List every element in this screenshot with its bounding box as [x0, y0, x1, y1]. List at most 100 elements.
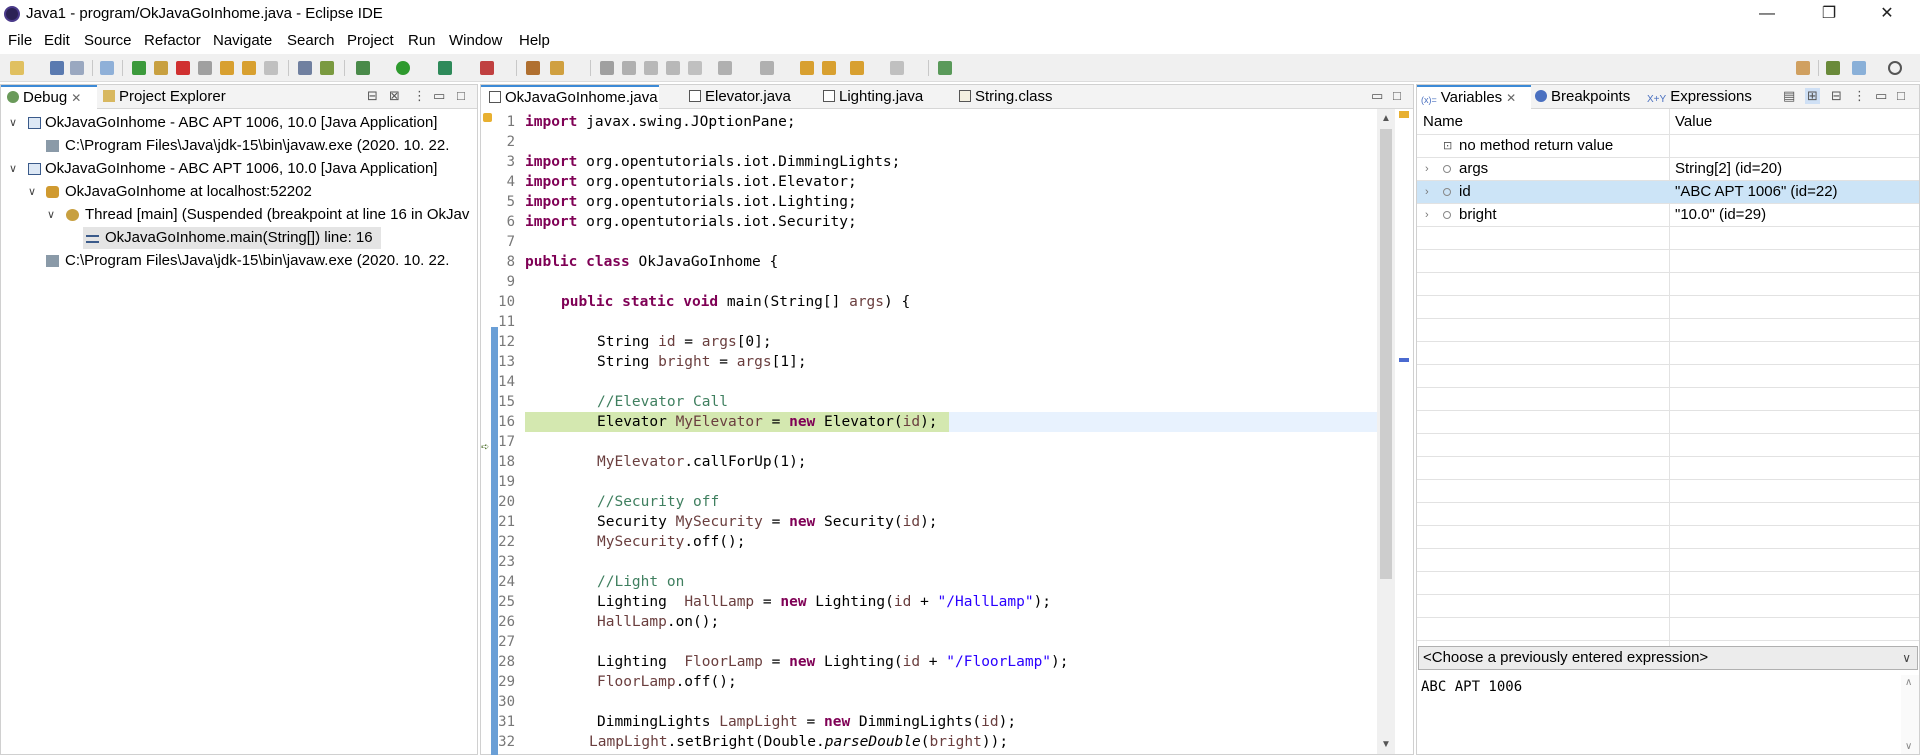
tab-string-class[interactable]: String.class [959, 85, 1053, 109]
scroll-down-icon[interactable]: ▼ [1381, 739, 1391, 750]
code-line-12[interactable]: String id = args[0]; [597, 332, 772, 352]
minimize-view-icon[interactable]: ▭ [1875, 88, 1887, 104]
tab-okjavagoinhome[interactable]: OkJavaGoInhome.java [481, 85, 659, 109]
run-icon[interactable] [396, 61, 410, 75]
tab-debug[interactable]: Debug ✕ [1, 85, 97, 109]
open-perspective-icon[interactable] [1796, 61, 1810, 75]
step-into-icon[interactable] [220, 61, 234, 75]
menu-run[interactable]: Run [408, 32, 436, 49]
restore-button[interactable]: ❐ [1806, 0, 1852, 28]
menu-help[interactable]: Help [519, 32, 550, 49]
detail-pane-text[interactable]: ABC APT 1006 [1421, 679, 1522, 695]
code-line-20[interactable]: //Security off [597, 492, 719, 512]
view-menu-icon[interactable]: ⋮ [1853, 88, 1866, 104]
maximize-view-icon[interactable]: □ [1393, 88, 1401, 103]
overview-warning-marker[interactable] [1399, 111, 1409, 118]
variable-row[interactable]: › args String[2] (id=20) [1417, 158, 1919, 181]
tab-breakpoints[interactable]: Breakpoints [1535, 85, 1630, 109]
show-logical-structure-icon[interactable]: ⊞ [1805, 88, 1820, 104]
toggle-block-selection-icon[interactable] [644, 61, 658, 75]
last-edit-location-icon[interactable] [800, 61, 814, 75]
tree-item-debug-target[interactable]: ∨ OkJavaGoInhome at localhost:52202 [1, 181, 477, 203]
resume-icon[interactable] [132, 61, 146, 75]
maximize-view-icon[interactable]: □ [1897, 88, 1905, 103]
chevron-right-icon[interactable]: › [1425, 204, 1429, 226]
minimize-button[interactable]: — [1744, 0, 1790, 28]
tab-elevator[interactable]: Elevator.java [689, 85, 791, 109]
drop-to-frame-icon[interactable] [298, 61, 312, 75]
search-tool-icon[interactable] [550, 61, 564, 75]
tree-item-launch[interactable]: ∨ OkJavaGoInhome - ABC APT 1006, 10.0 [J… [1, 158, 477, 180]
new-icon[interactable] [10, 61, 24, 75]
code-line-8[interactable]: public class OkJavaGoInhome { [525, 252, 778, 272]
debug-icon[interactable] [356, 61, 370, 75]
open-type-icon[interactable] [526, 61, 540, 75]
tab-expressions[interactable]: X+Y Expressions [1647, 85, 1752, 109]
coverage-icon[interactable] [438, 61, 452, 75]
code-line-16[interactable]: Elevator MyElevator = new Elevator(id); [597, 412, 938, 432]
menu-file[interactable]: File [8, 32, 32, 49]
code-line-13[interactable]: String bright = args[1]; [597, 352, 807, 372]
close-icon[interactable]: ✕ [71, 91, 81, 105]
chevron-down-icon[interactable]: ∨ [9, 158, 17, 180]
forward-disabled-icon[interactable] [890, 61, 904, 75]
code-line-31[interactable]: DimmingLights LampLight = new DimmingLig… [597, 712, 1016, 732]
code-line-29[interactable]: FloorLamp.off(); [597, 672, 737, 692]
variable-row[interactable]: ⊡ no method return value [1417, 135, 1919, 158]
next-annotation-icon[interactable] [718, 61, 732, 75]
code-line-25[interactable]: Lighting HallLamp = new Lighting(id + "/… [597, 592, 1051, 612]
variable-row-selected[interactable]: › id "ABC APT 1006" (id=22) [1417, 181, 1919, 204]
terminate-icon[interactable] [176, 61, 190, 75]
editor-scrollbar-thumb[interactable] [1380, 129, 1392, 579]
chevron-down-icon[interactable]: ∨ [47, 204, 55, 226]
tree-item-process[interactable]: C:\Program Files\Java\jdk-15\bin\javaw.e… [1, 135, 477, 157]
column-header-value[interactable]: Value [1675, 111, 1712, 133]
menu-source[interactable]: Source [84, 32, 132, 49]
minimize-view-icon[interactable]: ▭ [1371, 88, 1383, 104]
editor-vertical-scrollbar[interactable]: ▲ ▼ [1377, 109, 1395, 754]
scroll-up-icon[interactable]: ∧ [1905, 677, 1912, 688]
show-whitespace-icon[interactable] [688, 61, 702, 75]
tree-item-process[interactable]: C:\Program Files\Java\jdk-15\bin\javaw.e… [1, 250, 477, 272]
previous-annotation-icon[interactable] [760, 61, 774, 75]
close-button[interactable]: ✕ [1864, 0, 1910, 28]
step-over-icon[interactable] [242, 61, 256, 75]
save-all-icon[interactable] [70, 61, 84, 75]
toggle-word-wrap-icon[interactable] [666, 61, 680, 75]
show-type-names-icon[interactable]: ▤ [1783, 88, 1795, 104]
detail-pane-scrollbar[interactable]: ∧ ∨ [1901, 675, 1919, 754]
code-line-26[interactable]: HallLamp.on(); [597, 612, 719, 632]
tree-item-stack-frame[interactable]: OkJavaGoInhome.main(String[]) line: 16 [83, 227, 381, 249]
external-tools-icon[interactable] [480, 61, 494, 75]
code-line-32[interactable]: LampLight.setBright(Double.parseDouble(b… [589, 732, 1008, 752]
column-header-name[interactable]: Name [1423, 111, 1463, 133]
collapse-all-icon[interactable]: ⊟ [1831, 88, 1842, 104]
use-step-filters-icon[interactable] [320, 61, 334, 75]
chevron-right-icon[interactable]: › [1425, 181, 1429, 203]
overview-marker[interactable] [1399, 358, 1409, 362]
code-line-24[interactable]: //Light on [597, 572, 684, 592]
view-menu-icon[interactable]: ⋮ [413, 88, 426, 104]
tab-project-explorer[interactable]: Project Explorer [101, 85, 226, 109]
menu-refactor[interactable]: Refactor [144, 32, 201, 49]
toggle-annotation-icon[interactable] [600, 61, 614, 75]
step-return-icon[interactable] [264, 61, 278, 75]
debug-perspective-icon[interactable] [1852, 61, 1866, 75]
code-line-15[interactable]: //Elevator Call [597, 392, 728, 412]
toggle-mark-occurrences-icon[interactable] [622, 61, 636, 75]
tab-variables[interactable]: (x)= Variables ✕ [1417, 85, 1531, 109]
disconnect-icon[interactable] [198, 61, 212, 75]
chevron-down-icon[interactable]: ∨ [9, 112, 17, 134]
code-line-22[interactable]: MySecurity.off(); [597, 532, 745, 552]
tab-lighting[interactable]: Lighting.java [823, 85, 923, 109]
menu-project[interactable]: Project [347, 32, 394, 49]
chevron-down-icon[interactable]: ∨ [1902, 647, 1911, 669]
minimize-view-icon[interactable]: ▭ [433, 88, 445, 104]
scroll-up-icon[interactable]: ▲ [1381, 113, 1391, 124]
chevron-down-icon[interactable]: ∨ [28, 181, 36, 203]
remove-terminated-icon[interactable]: ⊠ [389, 88, 400, 104]
save-icon[interactable] [50, 61, 64, 75]
close-icon[interactable]: ✕ [1506, 91, 1516, 105]
suspend-icon[interactable] [154, 61, 168, 75]
tree-item-thread[interactable]: ∨ Thread [main] (Suspended (breakpoint a… [1, 204, 477, 226]
